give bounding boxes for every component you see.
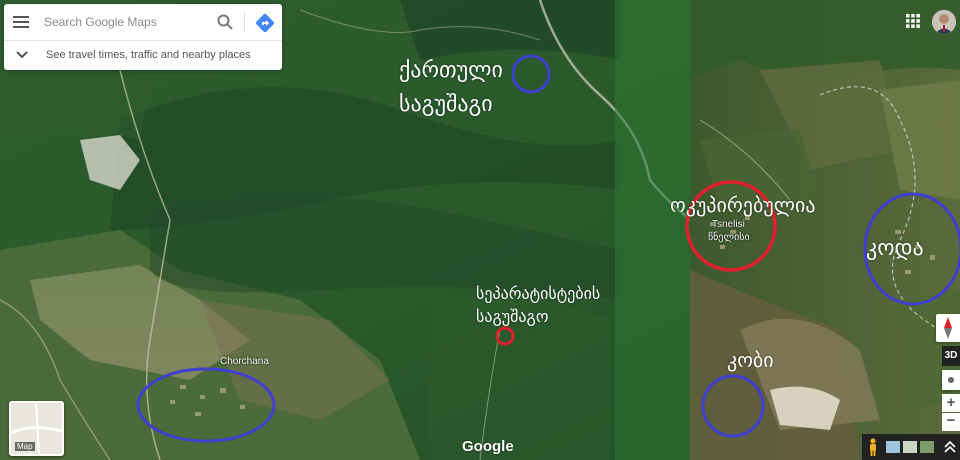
map-layer-label: Map <box>15 442 35 451</box>
compass-needle <box>944 317 952 339</box>
pegman-icon[interactable] <box>868 438 878 456</box>
search-divider <box>244 12 245 32</box>
expand-icon[interactable] <box>944 441 956 453</box>
imagery-thumbnails[interactable] <box>886 441 934 453</box>
georgian-post-label-line2: საგუშაგი <box>399 92 493 117</box>
map-layer-toggle[interactable]: Map <box>9 401 64 456</box>
google-logo: Google <box>462 438 514 455</box>
place-label-tsnelisi-georgian: წნელისი <box>708 232 750 243</box>
menu-icon[interactable] <box>12 13 30 31</box>
my-location-glyph <box>948 377 954 383</box>
place-label-chorchana: Chorchana <box>220 356 269 367</box>
separatist-post-label-line1: სეპარატისტების <box>476 284 601 303</box>
travel-times-text: See travel times, traffic and nearby pla… <box>46 49 251 61</box>
tilt-3d-button[interactable]: 3D <box>942 346 960 366</box>
travel-times-row[interactable]: See travel times, traffic and nearby pla… <box>4 41 282 70</box>
apps-grid-icon[interactable] <box>906 14 920 28</box>
place-label-tsnelisi: Tsnelisi <box>712 219 745 230</box>
zoom-out-button[interactable]: − <box>942 413 960 431</box>
separatist-post-label-line2: საგუშაგო <box>476 307 549 326</box>
avatar-image <box>932 10 956 34</box>
search-input[interactable] <box>44 12 209 32</box>
compass-icon[interactable] <box>936 314 960 342</box>
kobi-label: კობი <box>727 348 774 372</box>
search-card: See travel times, traffic and nearby pla… <box>4 4 282 70</box>
account-avatar[interactable] <box>932 10 956 34</box>
chevron-down-icon <box>16 51 28 59</box>
georgian-post-label-line1: ქართული <box>399 58 503 83</box>
directions-icon[interactable] <box>254 12 276 34</box>
search-icon[interactable] <box>216 13 234 31</box>
zoom-in-button[interactable]: + <box>942 394 960 412</box>
koda-label: კოდა <box>866 236 924 261</box>
occupied-label: ოკუპირებულია <box>670 193 816 217</box>
search-bar <box>4 4 282 41</box>
my-location-icon[interactable] <box>942 370 960 390</box>
